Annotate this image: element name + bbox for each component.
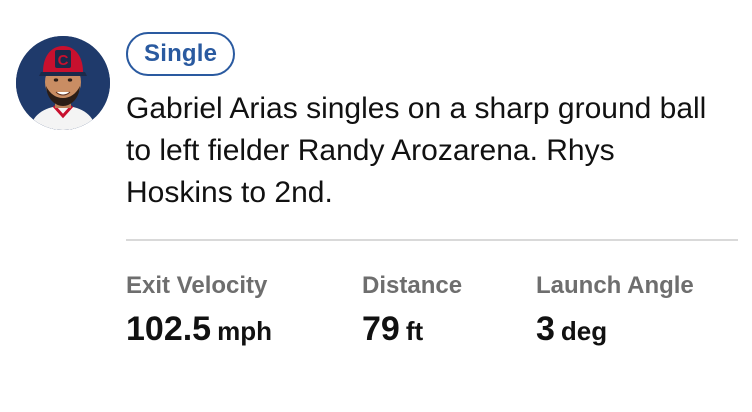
- stat-distance: Distance 79 ft: [362, 272, 462, 349]
- stat-value: 79 ft: [362, 310, 462, 349]
- stat-value: 102.5 mph: [126, 310, 272, 349]
- stat-number: 102.5: [126, 310, 212, 348]
- stat-unit: deg: [560, 316, 608, 346]
- player-headshot-icon: C: [16, 36, 110, 130]
- play-description: Gabriel Arias singles on a sharp ground …: [126, 92, 707, 209]
- stat-unit: ft: [405, 316, 424, 346]
- stat-label: Distance: [362, 272, 463, 299]
- player-avatar: C: [16, 36, 110, 130]
- stat-number: 3: [536, 310, 555, 348]
- stat-launch-angle: Launch Angle 3 deg: [536, 272, 694, 349]
- stat-label: Launch Angle: [536, 272, 694, 299]
- stat-value: 3 deg: [536, 310, 694, 349]
- play-result-badge: Single: [126, 32, 236, 76]
- divider: [126, 239, 738, 241]
- stat-label: Exit Velocity: [126, 272, 268, 299]
- svg-text:C: C: [58, 52, 69, 69]
- stat-number: 79: [362, 310, 400, 348]
- stat-exit-velocity: Exit Velocity 102.5 mph: [126, 272, 272, 349]
- stat-unit: mph: [217, 316, 272, 346]
